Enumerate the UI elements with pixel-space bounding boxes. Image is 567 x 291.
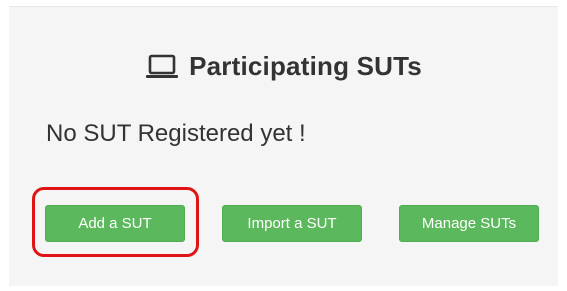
empty-state-message: No SUT Registered yet !: [46, 120, 306, 147]
panel-title: Participating SUTs: [189, 51, 422, 81]
participating-suts-panel: Participating SUTs No SUT Registered yet…: [9, 6, 558, 286]
manage-suts-button[interactable]: Manage SUTs: [399, 205, 539, 242]
import-sut-button[interactable]: Import a SUT: [222, 205, 362, 242]
laptop-icon: [145, 54, 179, 80]
panel-header: Participating SUTs: [9, 51, 558, 82]
add-sut-button[interactable]: Add a SUT: [45, 205, 185, 242]
